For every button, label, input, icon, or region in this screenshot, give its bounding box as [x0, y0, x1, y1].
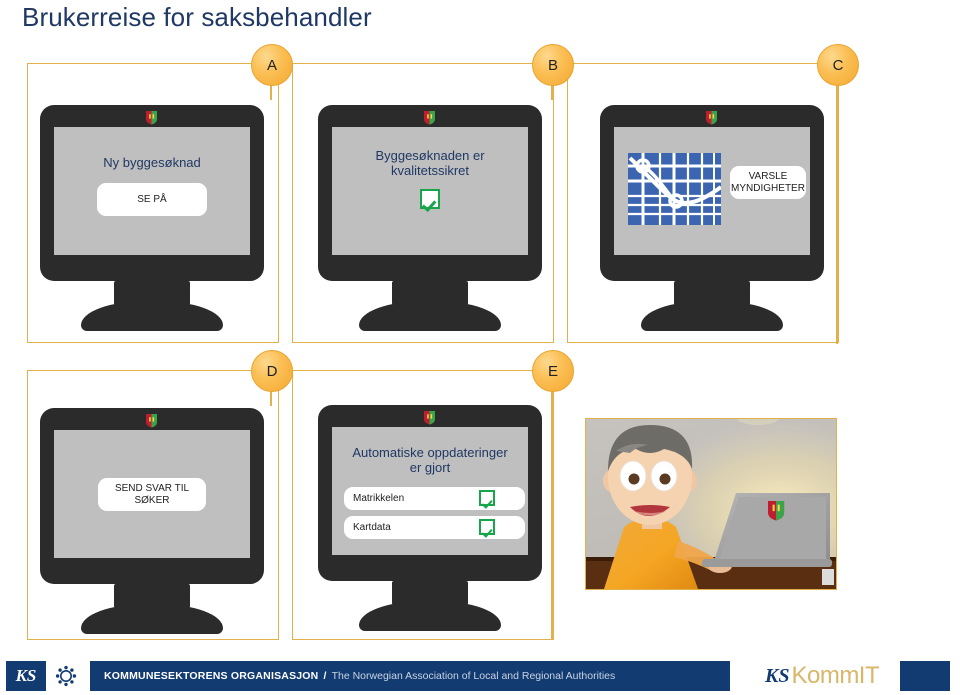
monitor-b-shield-icon — [423, 110, 436, 125]
monitor-d-base — [81, 604, 223, 634]
checkbox-checked-icon — [420, 189, 440, 209]
ks-logo: KS — [6, 661, 86, 691]
shield-svg — [424, 411, 435, 425]
monitor-e-base — [359, 601, 501, 631]
step-badge-e-label: E — [547, 362, 558, 380]
step-badge-b[interactable]: B — [532, 44, 574, 86]
monitor-c-base — [641, 301, 783, 331]
monitor-d-shield-icon — [145, 413, 158, 428]
monitor-e: Automatiske oppdateringer er gjort Matri… — [318, 405, 542, 631]
monitor-b: Byggesøknaden er kvalitetssikret — [318, 105, 542, 331]
footer-org-bar: KOMMUNESEKTORENS ORGANISASJON / The Norw… — [90, 661, 730, 691]
step-badge-c[interactable]: C — [817, 44, 859, 86]
monitor-a-shield-icon — [145, 110, 158, 125]
monitor-b-screen: Byggesøknaden er kvalitetssikret — [332, 127, 528, 255]
monitor-d-button[interactable]: SEND SVAR TIL SØKER — [98, 478, 206, 511]
step-badge-d-label: D — [266, 362, 278, 380]
monitor-e-heading: Automatiske oppdateringer er gjort — [352, 445, 508, 475]
monitor-e-row-matrikkelen[interactable]: Matrikkelen — [344, 487, 525, 510]
monitor-b-heading: Byggesøknaden er kvalitetssikret — [375, 148, 485, 178]
monitor-e-screen: Automatiske oppdateringer er gjort Matri… — [332, 427, 528, 555]
step-badge-c-label: C — [832, 56, 844, 74]
monitor-a-base — [81, 301, 223, 331]
footer: KS KOMMUNESEKTORENS ORGANISASJON / The N… — [0, 657, 960, 695]
checkbox-checked-icon[interactable] — [479, 490, 495, 506]
monitor-e-shield-icon — [423, 410, 436, 425]
ks-logo-text: KS — [15, 666, 37, 685]
step-badge-d[interactable]: D — [251, 350, 293, 392]
footer-org-separator: / — [323, 670, 327, 682]
monitor-c-button[interactable]: VARSLE MYNDIGHETER — [730, 166, 806, 199]
monitor-c: VARSLE MYNDIGHETER — [600, 105, 824, 331]
monitor-e-row-kartdata-label: Kartdata — [353, 521, 391, 533]
page-title: Brukerreise for saksbehandler — [22, 2, 372, 32]
monitor-c-screen: VARSLE MYNDIGHETER — [614, 127, 810, 255]
ks-gear-icon — [46, 661, 86, 691]
step-badge-a[interactable]: A — [251, 44, 293, 86]
shield-svg — [146, 414, 157, 428]
monitor-e-row-matrikkelen-label: Matrikkelen — [353, 492, 405, 504]
kommit-name-text: KommIT — [791, 662, 880, 689]
map-svg — [628, 153, 721, 225]
footer-org-name: KOMMUNESEKTORENS ORGANISASJON — [104, 670, 319, 682]
monitor-c-button-label: VARSLE MYNDIGHETER — [731, 170, 805, 194]
monitor-e-row-kartdata[interactable]: Kartdata — [344, 516, 525, 539]
step-badge-b-label: B — [547, 56, 558, 74]
illustration-svg — [586, 419, 836, 589]
badge-stem-c — [836, 80, 838, 344]
badge-stem-e — [551, 386, 553, 640]
map-thumbnail[interactable] — [628, 153, 721, 225]
monitor-a-button[interactable]: SE PÅ — [97, 183, 207, 216]
gear-svg — [55, 665, 77, 687]
step-badge-a-label: A — [266, 56, 277, 74]
monitor-c-shield-icon — [705, 110, 718, 125]
monitor-d-button-label: SEND SVAR TIL SØKER — [114, 482, 190, 506]
monitor-d-screen: SEND SVAR TIL SØKER — [54, 430, 250, 558]
monitor-a-screen: Ny byggesøknad SE PÅ — [54, 127, 250, 255]
kommit-ks-text: KS — [765, 664, 790, 687]
shield-svg — [424, 111, 435, 125]
monitor-d: SEND SVAR TIL SØKER — [40, 408, 264, 634]
monitor-a: Ny byggesøknad SE PÅ — [40, 105, 264, 331]
slide-canvas: Brukerreise for saksbehandler A B C D E — [0, 0, 960, 695]
kommit-logo: KS KommIT — [765, 661, 880, 691]
footer-org-name-en: The Norwegian Association of Local and R… — [331, 670, 616, 682]
man-at-laptop-photo — [585, 418, 837, 590]
monitor-b-check-icon — [420, 189, 440, 214]
footer-blue-tail — [900, 661, 950, 691]
monitor-a-button-label: SE PÅ — [137, 193, 167, 205]
checkbox-checked-icon[interactable] — [479, 519, 495, 535]
monitor-b-base — [359, 301, 501, 331]
shield-svg — [146, 111, 157, 125]
monitor-a-heading: Ny byggesøknad — [103, 155, 201, 170]
step-badge-e[interactable]: E — [532, 350, 574, 392]
shield-svg — [706, 111, 717, 125]
